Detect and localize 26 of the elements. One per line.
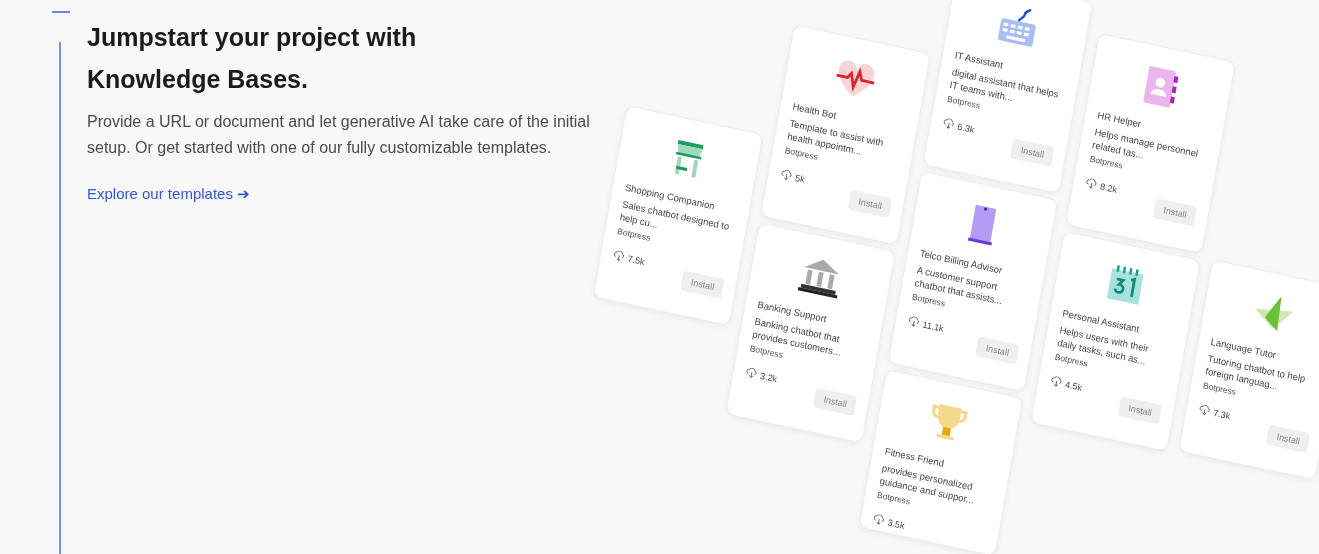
template-title: HR Helper [1096, 109, 1143, 130]
download-count: 3.5k [886, 517, 906, 531]
cloud-download-icon [744, 366, 759, 381]
cloud-download-icon [1049, 375, 1064, 390]
explore-templates-link[interactable]: Explore our templates ➔ [87, 185, 251, 203]
download-count: 6.3k [956, 121, 976, 135]
template-author: Botpress [749, 343, 784, 360]
template-author: Botpress [911, 291, 946, 309]
download-count: 5k [794, 172, 806, 185]
download-count: 3.2k [759, 370, 778, 385]
cloud-download-icon [941, 117, 956, 132]
cloud-download-icon [612, 249, 626, 264]
cloud-download-icon [906, 315, 921, 330]
download-count: 11.1k [921, 319, 945, 334]
download-count: 8.2k [1099, 181, 1118, 195]
cloud-download-icon [779, 168, 794, 183]
template-author: Botpress [946, 93, 981, 111]
download-count: 7.3k [1212, 407, 1231, 422]
template-author: Botpress [1202, 380, 1237, 397]
hero-title: Jumpstart your project with Knowledge Bases. [87, 22, 418, 95]
download-count: 4.5k [1064, 379, 1083, 393]
cloud-download-icon [872, 513, 886, 528]
hero-description: Provide a URL or document and let generative AI take care of the initial setup. Or get started with one of our fully customizable templates. [87, 112, 591, 158]
template-title: Health Bot [791, 100, 838, 121]
download-count: 7.5k [626, 253, 646, 268]
cloud-download-icon [1084, 177, 1099, 192]
